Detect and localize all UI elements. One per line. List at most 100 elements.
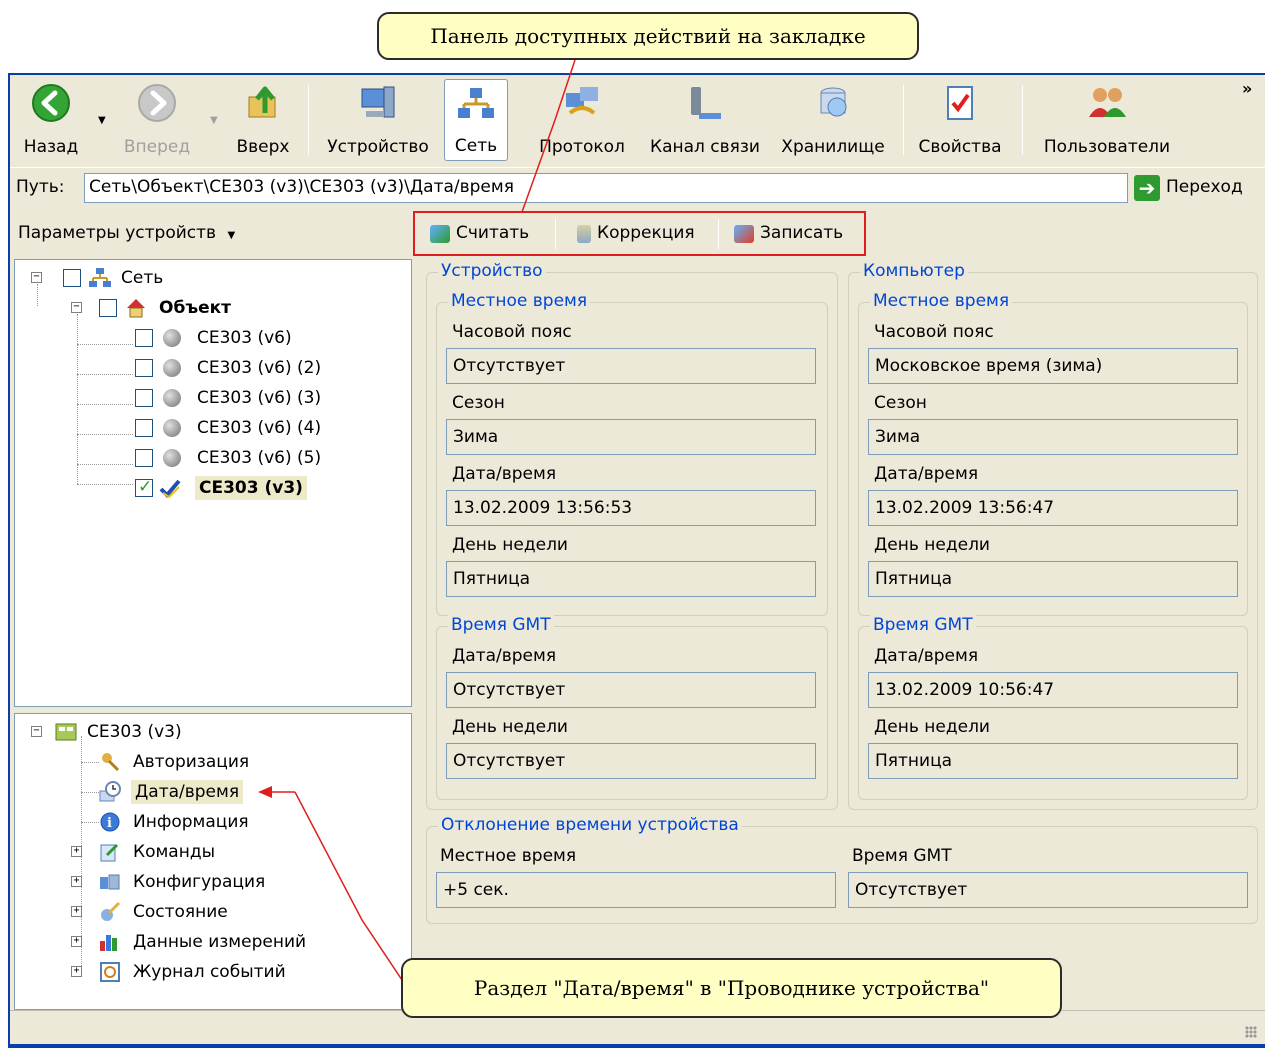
tree-node-configuration[interactable]: + Конфигурация bbox=[15, 868, 405, 896]
computer-gmt-weekday-label: День недели bbox=[874, 717, 990, 737]
device-computer-icon bbox=[361, 86, 395, 118]
device-checkbox[interactable] bbox=[135, 389, 153, 407]
expand-icon[interactable]: + bbox=[71, 906, 82, 917]
tree-node-measurements[interactable]: + Данные измерений bbox=[15, 928, 405, 956]
forward-button[interactable]: Вперед bbox=[118, 79, 196, 161]
tree-node-information[interactable]: i Информация bbox=[15, 808, 405, 836]
resize-grip-icon[interactable] bbox=[1245, 1026, 1257, 1038]
action-bar: Параметры устройств ▼ Считать Коррекция … bbox=[10, 211, 1265, 257]
protocol-icon bbox=[566, 87, 598, 115]
computer-group-title: Компьютер bbox=[860, 261, 968, 281]
computer-season-label: Сезон bbox=[874, 393, 927, 413]
deviation-title: Отклонение времени устройства bbox=[438, 815, 742, 835]
go-button[interactable]: Переход bbox=[1166, 177, 1243, 197]
selected-device-checkbox[interactable] bbox=[135, 477, 153, 497]
properties-button[interactable]: Свойства bbox=[912, 79, 1008, 161]
correct-button[interactable]: Коррекция bbox=[561, 215, 715, 253]
device-checkbox[interactable] bbox=[135, 359, 153, 377]
deviation-gmt-label: Время GMT bbox=[852, 846, 952, 866]
write-button[interactable]: Записать bbox=[724, 215, 862, 253]
object-checkbox[interactable] bbox=[99, 299, 117, 317]
network-checkbox[interactable] bbox=[63, 269, 81, 287]
device-status-icon bbox=[163, 389, 181, 407]
tree-node-state[interactable]: + Состояние bbox=[15, 898, 405, 926]
device-local-title: Местное время bbox=[448, 291, 591, 311]
correct-label: Коррекция bbox=[597, 223, 695, 243]
collapse-icon[interactable]: − bbox=[31, 726, 42, 737]
device-button[interactable]: Устройство bbox=[318, 79, 438, 161]
device-status-icon bbox=[163, 419, 181, 437]
collapse-icon[interactable]: − bbox=[31, 272, 42, 283]
tree-node-network[interactable]: − Сеть bbox=[15, 264, 405, 292]
properties-checklist-icon bbox=[947, 86, 973, 120]
forward-dropdown-icon: ▼ bbox=[210, 115, 218, 126]
tree-node-device[interactable]: СЕ303 (v6) (5) bbox=[15, 444, 405, 472]
users-button[interactable]: Пользователи bbox=[1032, 79, 1182, 161]
params-dropdown-label: Параметры устройств bbox=[18, 223, 217, 243]
expand-icon[interactable]: + bbox=[71, 876, 82, 887]
tree-label: Авторизация bbox=[133, 752, 250, 772]
path-input[interactable]: Сеть\Объект\СЕ303 (v3)\СЕ303 (v3)\Дата/в… bbox=[84, 173, 1128, 203]
up-label: Вверх bbox=[236, 137, 290, 157]
properties-label: Свойства bbox=[918, 137, 1002, 157]
clock-icon bbox=[99, 781, 121, 802]
tree-node-commands[interactable]: + Команды bbox=[15, 838, 405, 866]
tree-node-device[interactable]: СЕ303 (v6) bbox=[15, 324, 405, 352]
tree-node-event-log[interactable]: + Журнал событий bbox=[15, 958, 405, 986]
channel-button[interactable]: Канал связи bbox=[640, 79, 770, 161]
tree-node-authorization[interactable]: Авторизация bbox=[15, 748, 405, 776]
computer-local-title: Местное время bbox=[870, 291, 1013, 311]
network-button[interactable]: Сеть bbox=[444, 79, 508, 161]
device-checkbox[interactable] bbox=[135, 329, 153, 347]
device-tz-field: Отсутствует bbox=[446, 348, 816, 384]
toolbar-overflow-icon[interactable]: » bbox=[1242, 79, 1252, 98]
expand-icon[interactable]: + bbox=[71, 936, 82, 947]
device-datetime-label: Дата/время bbox=[452, 464, 557, 484]
storage-button[interactable]: Хранилище bbox=[774, 79, 892, 161]
tree-node-datetime[interactable]: Дата/время bbox=[15, 778, 405, 806]
tree-label: Дата/время bbox=[131, 780, 244, 804]
tree-node-device[interactable]: СЕ303 (v6) (2) bbox=[15, 354, 405, 382]
tree-node-selected-device[interactable]: СЕ303 (v3) bbox=[15, 474, 405, 502]
toolbar-separator bbox=[903, 85, 904, 155]
configuration-icon bbox=[100, 874, 120, 890]
computer-weekday-field: Пятница bbox=[868, 561, 1238, 597]
device-tz-label: Часовой пояс bbox=[452, 322, 572, 342]
device-checkbox[interactable] bbox=[135, 449, 153, 467]
deviation-local-field: +5 сек. bbox=[436, 872, 836, 908]
computer-gmt-datetime-field: 13.02.2009 10:56:47 bbox=[868, 672, 1238, 708]
computer-season-field: Зима bbox=[868, 419, 1238, 455]
svg-text:i: i bbox=[107, 816, 112, 831]
tree-node-device-root[interactable]: − СЕ303 (v3) bbox=[15, 718, 405, 746]
commands-icon bbox=[100, 843, 119, 862]
protocol-button[interactable]: Протокол bbox=[528, 79, 636, 161]
tree-node-object[interactable]: − Объект bbox=[15, 294, 405, 322]
device-weekday-field: Пятница bbox=[446, 561, 816, 597]
deviation-gmt-field: Отсутствует bbox=[848, 872, 1248, 908]
users-icon bbox=[1089, 88, 1126, 117]
tree-label: Данные измерений bbox=[133, 932, 307, 952]
expand-icon[interactable]: + bbox=[71, 846, 82, 857]
params-dropdown[interactable]: Параметры устройств ▼ bbox=[18, 223, 235, 243]
go-arrow-icon[interactable]: ➔ bbox=[1134, 175, 1160, 201]
back-button[interactable]: Назад bbox=[16, 79, 86, 161]
device-weekday-label: День недели bbox=[452, 535, 568, 555]
state-icon bbox=[101, 901, 121, 921]
toolbar-separator bbox=[1022, 85, 1023, 155]
forward-arrow-icon bbox=[138, 84, 176, 122]
device-status-icon bbox=[163, 359, 181, 377]
expand-icon[interactable]: + bbox=[71, 966, 82, 977]
device-gmt-datetime-field: Отсутствует bbox=[446, 672, 816, 708]
back-dropdown-icon[interactable]: ▼ bbox=[98, 115, 106, 126]
collapse-icon[interactable]: − bbox=[71, 302, 82, 313]
tree-label: Информация bbox=[133, 812, 249, 832]
users-label: Пользователи bbox=[1043, 137, 1171, 157]
tree-node-device[interactable]: СЕ303 (v6) (4) bbox=[15, 414, 405, 442]
chevron-down-icon: ▼ bbox=[227, 230, 236, 241]
toolbar-separator bbox=[308, 85, 309, 155]
read-button[interactable]: Считать bbox=[420, 215, 552, 253]
channel-phone-icon bbox=[691, 87, 721, 119]
device-checkbox[interactable] bbox=[135, 419, 153, 437]
up-button[interactable]: Вверх bbox=[228, 79, 298, 161]
tree-node-device[interactable]: СЕ303 (v6) (3) bbox=[15, 384, 405, 412]
